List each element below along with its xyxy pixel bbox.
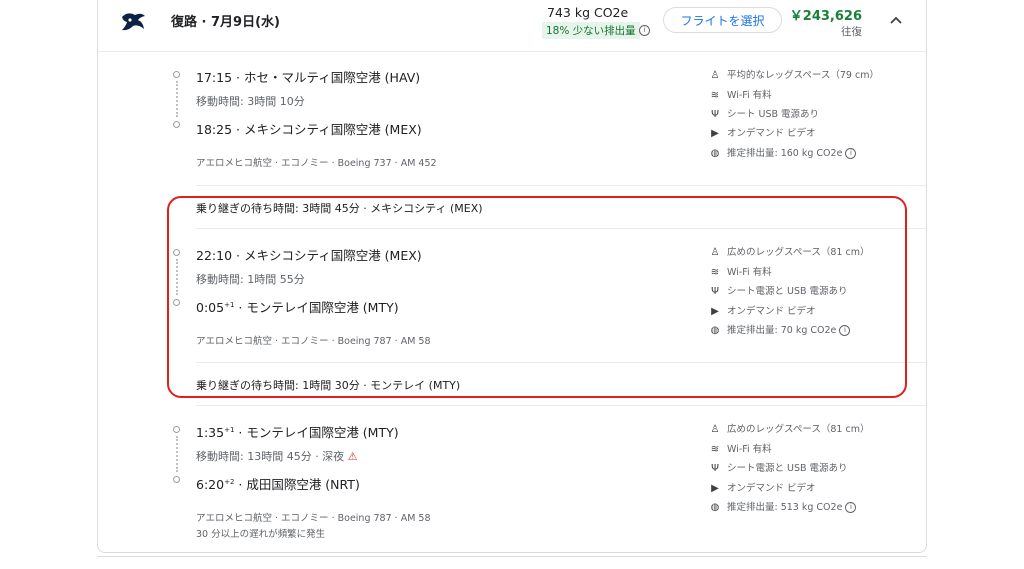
usb-icon: Ψ <box>711 109 719 120</box>
wifi-icon: ≋ <box>710 444 720 455</box>
arrival-time: 18:25 <box>196 122 233 137</box>
wifi-icon: ≋ <box>710 90 720 101</box>
next-card-edge <box>97 556 927 569</box>
arrival-time: 6:20 <box>196 477 225 492</box>
departure-time: 1:35 <box>196 425 225 440</box>
departure-airport: · モンテレイ国際空港 (MTY) <box>234 425 399 440</box>
route-line <box>176 81 178 117</box>
route-line <box>176 436 178 472</box>
amenity-legroom: ♙ 平均的なレッグスペース（79 cm） <box>708 67 879 81</box>
flight-header[interactable]: 復路 · 7月9日(水) 743 kg CO2e 18% 少ない排出量 i フラ… <box>98 0 926 52</box>
info-icon[interactable]: i <box>845 148 857 159</box>
chevron-up-icon[interactable] <box>888 12 904 28</box>
amenity-video: ▶ オンデマンド ビデオ <box>708 125 815 139</box>
day-offset: +2 <box>224 477 235 486</box>
warning-icon[interactable]: ⚠ <box>348 450 358 463</box>
day-offset: +1 <box>224 425 235 434</box>
globe-icon: ◍ <box>710 148 720 159</box>
departure-info: 17:15 · ホセ・マルティ国際空港 (HAV) <box>196 70 421 85</box>
amenity-emissions: ◍ 推定排出量: 513 kg CO2e i <box>708 499 857 513</box>
video-icon: ▶ <box>711 128 719 139</box>
price: ￥243,626 <box>789 9 862 24</box>
arrival-airport: · 成田国際空港 (NRT) <box>234 477 360 492</box>
video-icon: ▶ <box>711 483 719 494</box>
globe-icon: ◍ <box>710 502 720 513</box>
price-type: 往復 <box>841 26 862 38</box>
carrier-details: アエロメヒコ航空 · エコノミー · Boeing 787 · AM 58 <box>196 513 431 524</box>
divider <box>196 405 926 406</box>
arrival-info: 6:20+2 · 成田国際空港 (NRT) <box>196 474 360 493</box>
delay-note: 30 分以上の遅れが頻繁に発生 <box>196 529 326 540</box>
divider <box>196 185 926 186</box>
co2-emissions: 743 kg CO2e <box>547 5 629 20</box>
carrier-details: アエロメヒコ航空 · エコノミー · Boeing 737 · AM 452 <box>196 158 437 169</box>
arrival-dot <box>173 476 180 483</box>
arrival-airport: · メキシコシティ国際空港 (MEX) <box>232 122 422 137</box>
seat-icon: ♙ <box>710 424 720 435</box>
info-icon[interactable]: i <box>639 25 650 36</box>
info-icon[interactable]: i <box>845 502 857 513</box>
amenity-emissions: ◍ 推定排出量: 160 kg CO2e i <box>708 145 857 159</box>
departure-info: 1:35+1 · モンテレイ国際空港 (MTY) <box>196 422 399 441</box>
amenity-power: Ψ シート電源と USB 電源あり <box>708 460 847 474</box>
emissions-badge: 18% 少ない排出量 <box>542 22 640 39</box>
usb-icon: Ψ <box>711 463 719 474</box>
return-flight-title: 復路 · 7月9日(水) <box>171 15 280 30</box>
highlight-annotation <box>167 196 907 398</box>
amenity-wifi: ≋ Wi-Fi 有料 <box>708 441 772 455</box>
seat-icon: ♙ <box>710 70 720 81</box>
arrival-info: 18:25 · メキシコシティ国際空港 (MEX) <box>196 119 422 138</box>
departure-dot <box>173 426 180 433</box>
departure-dot <box>173 71 180 78</box>
select-flight-button[interactable]: フライトを選択 <box>663 7 782 33</box>
travel-duration: 移動時間: 13時間 45分 · 深夜 ⚠ <box>196 450 358 463</box>
amenity-power: Ψ シート USB 電源あり <box>708 106 819 120</box>
aeromexico-logo-icon <box>122 13 145 31</box>
amenity-wifi: ≋ Wi-Fi 有料 <box>708 87 772 101</box>
arrival-dot <box>173 121 180 128</box>
amenity-legroom: ♙ 広めのレッグスペース（81 cm） <box>708 421 870 435</box>
amenity-video: ▶ オンデマンド ビデオ <box>708 480 815 494</box>
travel-duration: 移動時間: 3時間 10分 <box>196 95 305 108</box>
